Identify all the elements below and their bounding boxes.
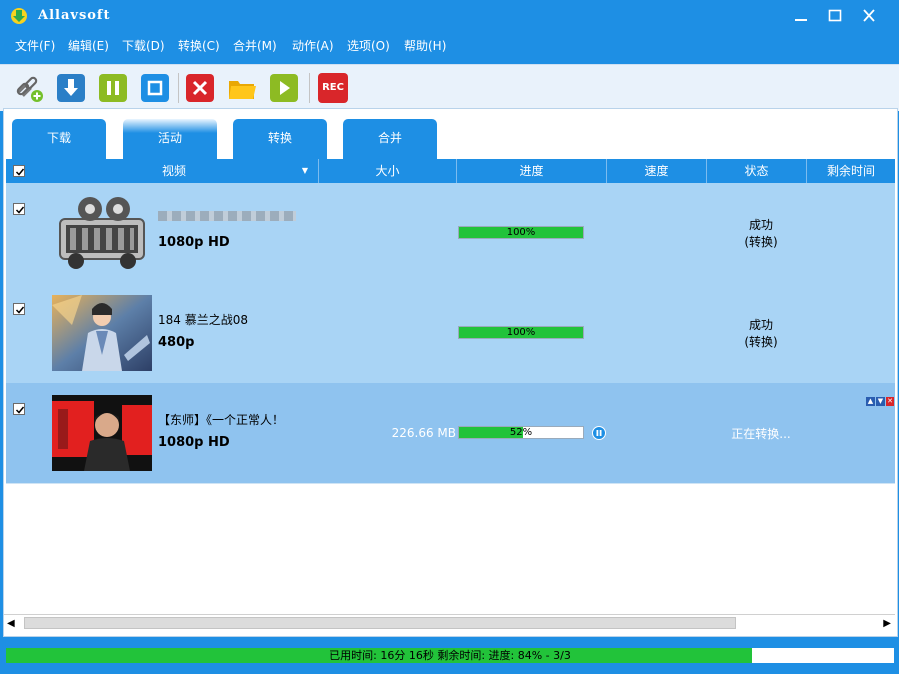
scroll-left-icon[interactable]: ◀ <box>7 618 15 629</box>
table-row[interactable]: 1080p HD 100% 成功 (转换) <box>6 183 895 284</box>
title-bar: Allavsoft <box>0 0 899 32</box>
overall-progress-text: 已用时间: 16分 16秒 剩余时间: 进度: 84% - 3/3 <box>329 649 571 662</box>
row-checkbox[interactable] <box>13 203 25 215</box>
sort-arrow-icon: ▼ <box>301 166 308 175</box>
tab-merge[interactable]: 合并 <box>343 119 437 159</box>
minimize-icon <box>795 19 807 21</box>
column-remaining-time[interactable]: 剩余时间 <box>807 159 895 183</box>
select-all-checkbox[interactable] <box>13 165 25 177</box>
toolbar-separator <box>178 73 179 103</box>
row-progress-bar: 52% <box>458 426 584 439</box>
resolution-label: 1080p HD <box>158 435 230 450</box>
record-button[interactable]: REC <box>318 73 348 103</box>
menu-edit[interactable]: 编辑(E) <box>68 37 109 54</box>
menu-help[interactable]: 帮助(H) <box>404 37 446 54</box>
video-file-icon <box>59 197 145 269</box>
check-icon <box>15 306 25 314</box>
row-checkbox[interactable] <box>13 403 25 415</box>
tab-active[interactable]: 活动 <box>123 119 217 159</box>
menu-download[interactable]: 下载(D) <box>122 37 165 54</box>
table-row[interactable]: 184 慕兰之战08 480p 100% 成功 (转换) <box>6 283 895 384</box>
close-icon <box>863 9 875 22</box>
row-checkbox[interactable] <box>13 303 25 315</box>
row-controls: ▲ ▼ ✕ <box>866 397 894 406</box>
video-title: 184 慕兰之战08 <box>158 313 248 327</box>
scroll-thumb[interactable] <box>24 617 736 629</box>
overall-progress-bar: 已用时间: 16分 16秒 剩余时间: 进度: 84% - 3/3 <box>6 648 894 663</box>
app-logo-icon <box>11 8 27 24</box>
pause-circle-icon[interactable] <box>592 426 606 440</box>
app-window: Allavsoft 文件(F) 编辑(E) 下载(D) 转换(C) 合并(M) … <box>0 0 899 674</box>
column-size[interactable]: 大小 <box>319 159 457 183</box>
toolbar: REC <box>0 64 899 111</box>
progress-text: 100% <box>506 327 536 338</box>
move-up-icon[interactable]: ▲ <box>866 397 875 406</box>
status-text: 成功 (转换) <box>744 318 778 349</box>
blurred-title <box>158 211 296 221</box>
menu-action[interactable]: 动作(A) <box>292 37 334 54</box>
status-text: 成功 (转换) <box>744 218 778 249</box>
file-size: 226.66 MB <box>391 426 456 440</box>
tab-convert[interactable]: 转换 <box>233 119 327 159</box>
delete-icon[interactable] <box>185 73 215 103</box>
remove-icon[interactable]: ✕ <box>886 397 894 406</box>
open-folder-icon[interactable] <box>227 73 257 103</box>
tab-bar: 下载 活动 转换 合并 <box>4 109 897 159</box>
check-icon <box>15 406 25 414</box>
horizontal-scrollbar[interactable]: ◀ ▶ <box>4 614 895 632</box>
column-progress[interactable]: 进度 <box>457 159 607 183</box>
download-icon[interactable] <box>56 73 86 103</box>
move-down-icon[interactable]: ▼ <box>876 397 885 406</box>
menu-bar: 文件(F) 编辑(E) 下载(D) 转换(C) 合并(M) 动作(A) 选项(O… <box>0 32 899 58</box>
row-progress-bar: 100% <box>458 226 584 239</box>
column-status[interactable]: 状态 <box>707 159 807 183</box>
table-row[interactable]: 【东师】《一个正常人！ 1080p HD 226.66 MB 52% 正在转换.… <box>6 383 895 484</box>
resolution-label: 1080p HD <box>158 235 230 250</box>
resolution-label: 480p <box>158 335 195 350</box>
progress-text: 100% <box>506 227 536 238</box>
column-speed[interactable]: 速度 <box>607 159 707 183</box>
main-panel: 下载 活动 转换 合并 视频 ▼ 大小 进度 速度 状态 剩余时间 1080p … <box>3 108 898 637</box>
app-title: Allavsoft <box>38 8 111 23</box>
status-text: 正在转换... <box>731 427 791 441</box>
paste-url-icon[interactable] <box>14 73 44 103</box>
maximize-icon <box>828 9 842 22</box>
table-header: 视频 ▼ 大小 进度 速度 状态 剩余时间 <box>6 159 895 183</box>
check-icon <box>15 206 25 214</box>
video-title: 【东师】《一个正常人！ <box>158 413 285 427</box>
stop-icon[interactable] <box>140 73 170 103</box>
menu-file[interactable]: 文件(F) <box>15 37 55 54</box>
check-icon <box>15 168 25 176</box>
video-thumbnail <box>52 295 152 371</box>
column-video[interactable]: 视频 ▼ <box>30 159 319 183</box>
play-icon[interactable] <box>269 73 299 103</box>
progress-text: 52% <box>509 427 533 438</box>
scroll-right-icon[interactable]: ▶ <box>883 618 891 629</box>
close-button[interactable] <box>852 4 886 28</box>
menu-options[interactable]: 选项(O) <box>347 37 390 54</box>
menu-convert[interactable]: 转换(C) <box>178 37 220 54</box>
video-thumbnail <box>52 395 152 471</box>
row-progress-bar: 100% <box>458 326 584 339</box>
status-bar: 已用时间: 16分 16秒 剩余时间: 进度: 84% - 3/3 <box>0 637 899 674</box>
menu-merge[interactable]: 合并(M) <box>233 37 277 54</box>
toolbar-separator <box>309 73 310 103</box>
pause-icon[interactable] <box>98 73 128 103</box>
tab-download[interactable]: 下载 <box>12 119 106 159</box>
minimize-button[interactable] <box>784 4 818 28</box>
maximize-button[interactable] <box>818 4 852 28</box>
